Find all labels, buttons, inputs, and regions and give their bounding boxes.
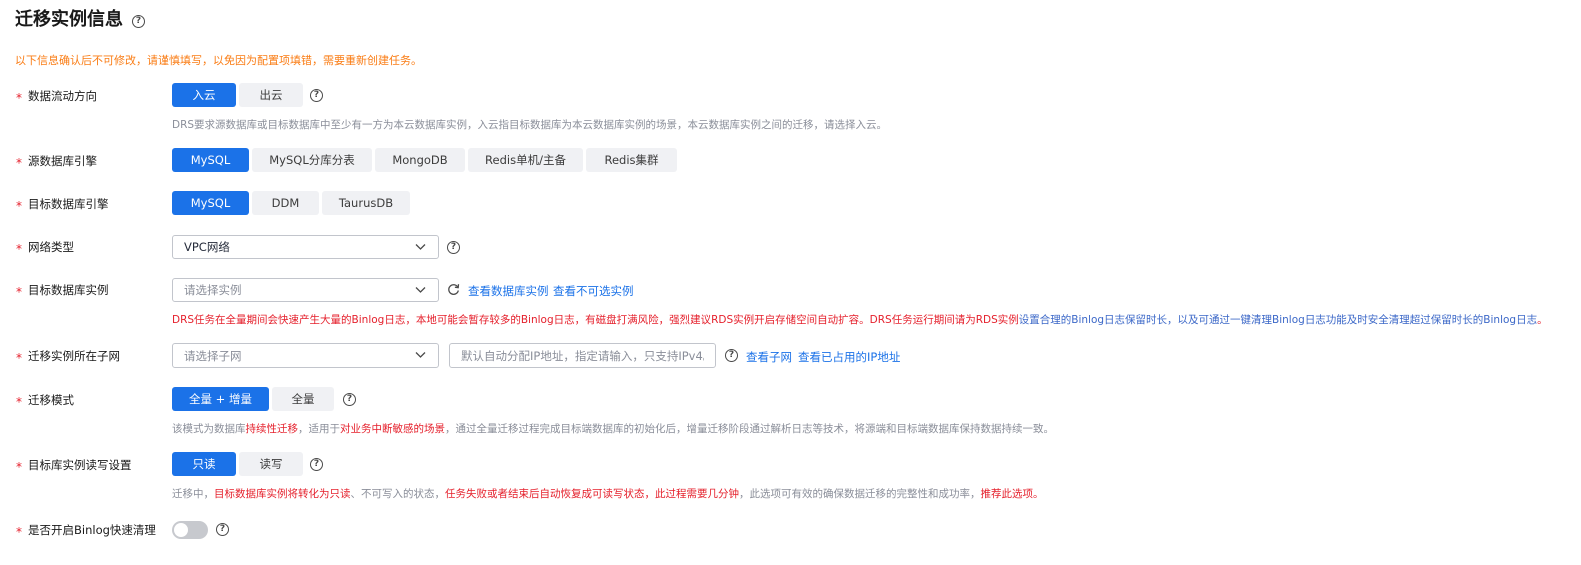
title-row: 迁移实例信息 ? [15,8,145,32]
readwrite-hint-6: 推荐此选项。 [980,488,1044,500]
required-mark: * [16,91,22,105]
readwrite-help-icon[interactable]: ? [310,458,323,471]
target-engine-label: 目标数据库引擎 [28,197,109,211]
mode-label-row: * 迁移模式 [16,388,74,412]
required-mark: * [16,460,22,474]
mode-hint-1: 该模式为数据库 [172,423,246,435]
view-subnet-link[interactable]: 查看子网 [746,349,792,365]
page-title: 迁移实例信息 [15,9,123,30]
readwrite-segment: 只读 读写 [172,452,303,476]
network-type-value: VPC网络 [184,240,230,254]
mode-hint-4: 对业务中断敏感的场景 [340,423,445,435]
required-mark: * [16,285,22,299]
mode-label: 迁移模式 [28,393,74,407]
mode-hint-5: ，通过全量迁移过程完成目标端数据库的初始化后，增量迁移阶段通过解析日志等技术，将… [445,423,1054,435]
flow-help-icon[interactable]: ? [310,89,323,102]
view-db-instance-link[interactable]: 查看数据库实例 [468,283,549,299]
required-mark: * [16,525,22,539]
view-used-ip-link[interactable]: 查看已占用的IP地址 [798,349,900,365]
refresh-icon[interactable] [447,283,460,296]
flow-option-out[interactable]: 出云 [239,83,303,107]
target-instance-placeholder: 请选择实例 [184,283,242,297]
binlog-warning-link[interactable]: 设置合理的Binlog日志保留时长，以及可通过一键清理Binlog日志功能及时安… [1019,314,1537,326]
mode-hint: 该模式为数据库持续性迁移，适用于对业务中断敏感的场景，通过全量迁移过程完成目标端… [172,421,1054,436]
readwrite-hint-1: 迁移中， [172,488,214,500]
binlog-help-icon[interactable]: ? [216,523,229,536]
target-instance-label: 目标数据库实例 [28,283,109,297]
target-instance-label-row: * 目标数据库实例 [16,278,109,302]
binlog-label-row: * 是否开启Binlog快速清理 [16,518,156,542]
readwrite-hint-3: 、不可写入的状态， [350,488,446,500]
chevron-down-icon [415,287,426,293]
view-unavailable-instance-link[interactable]: 查看不可选实例 [553,283,634,299]
required-mark: * [16,351,22,365]
toggle-knob [174,523,188,537]
mode-hint-3: ，适用于 [298,423,340,435]
source-engine-option-redis-cluster[interactable]: Redis集群 [586,148,677,172]
mode-help-icon[interactable]: ? [343,393,356,406]
binlog-risk-warning: DRS任务在全量期间会快速产生大量的Binlog日志，本地可能会暂存较多的Bin… [172,312,1548,327]
flow-label: 数据流动方向 [28,89,97,103]
flow-option-in[interactable]: 入云 [172,83,236,107]
readwrite-option-readonly[interactable]: 只读 [172,452,236,476]
readwrite-hint-2: 目标数据库实例将转化为只读 [214,488,351,500]
readwrite-option-readwrite[interactable]: 读写 [239,452,303,476]
mode-segment: 全量 + 增量 全量 [172,387,334,411]
target-engine-label-row: * 目标数据库引擎 [16,192,109,216]
network-label: 网络类型 [28,240,74,254]
readwrite-hint-4: 任务失败或者结束后自动恢复成可读写状态，此过程需要几分钟 [445,488,739,500]
mode-option-full[interactable]: 全量 [272,387,334,411]
subnet-help-icon[interactable]: ? [725,349,738,362]
target-engine-segment: MySQL DDM TaurusDB [172,191,410,215]
source-engine-option-mysql-sharding[interactable]: MySQL分库分表 [252,148,372,172]
chevron-down-icon [415,352,426,358]
readwrite-label-row: * 目标库实例读写设置 [16,453,132,477]
source-engine-label: 源数据库引擎 [28,154,97,168]
source-engine-option-mysql[interactable]: MySQL [172,148,249,172]
required-mark: * [16,156,22,170]
target-engine-option-mysql[interactable]: MySQL [172,191,249,215]
source-engine-label-row: * 源数据库引擎 [16,149,97,173]
required-mark: * [16,395,22,409]
source-engine-option-mongodb[interactable]: MongoDB [375,148,465,172]
binlog-cleanup-toggle[interactable] [172,521,208,539]
subnet-label-row: * 迁移实例所在子网 [16,344,120,368]
target-engine-option-ddm[interactable]: DDM [252,191,319,215]
readwrite-hint: 迁移中，目标数据库实例将转化为只读、不可写入的状态，任务失败或者结束后自动恢复成… [172,486,1044,501]
flow-segment: 入云 出云 [172,83,303,107]
target-instance-select[interactable]: 请选择实例 [172,278,439,302]
confirm-warning: 以下信息确认后不可修改，请谨慎填写，以免因为配置项填错，需要重新创建任务。 [15,54,422,67]
subnet-select[interactable]: 请选择子网 [172,343,439,368]
mode-option-full-incremental[interactable]: 全量 + 增量 [172,387,269,411]
network-help-icon[interactable]: ? [447,241,460,254]
flow-label-row: * 数据流动方向 [16,84,97,108]
source-engine-option-redis-single[interactable]: Redis单机/主备 [468,148,583,172]
chevron-down-icon [415,244,426,250]
ip-address-input[interactable] [449,343,716,368]
required-mark: * [16,199,22,213]
binlog-warning-part1: DRS任务在全量期间会快速产生大量的Binlog日志，本地可能会暂存较多的Bin… [172,314,1019,326]
source-engine-segment: MySQL MySQL分库分表 MongoDB Redis单机/主备 Redis… [172,148,677,172]
readwrite-hint-5: ，此选项可有效的确保数据迁移的完整性和成功率， [739,488,981,500]
subnet-label: 迁移实例所在子网 [28,349,120,363]
binlog-label: 是否开启Binlog快速清理 [28,523,156,537]
readwrite-label: 目标库实例读写设置 [28,458,132,472]
subnet-placeholder: 请选择子网 [184,348,242,363]
flow-hint: DRS要求源数据库或目标数据库中至少有一方为本云数据库实例，入云指目标数据库为本… [172,119,888,131]
title-help-icon[interactable]: ? [132,14,145,28]
mode-hint-2: 持续性迁移 [245,423,299,435]
network-type-select[interactable]: VPC网络 [172,235,439,259]
required-mark: * [16,242,22,256]
binlog-warning-part2: 。 [1537,314,1548,326]
target-engine-option-taurusdb[interactable]: TaurusDB [322,191,410,215]
network-label-row: * 网络类型 [16,235,74,259]
